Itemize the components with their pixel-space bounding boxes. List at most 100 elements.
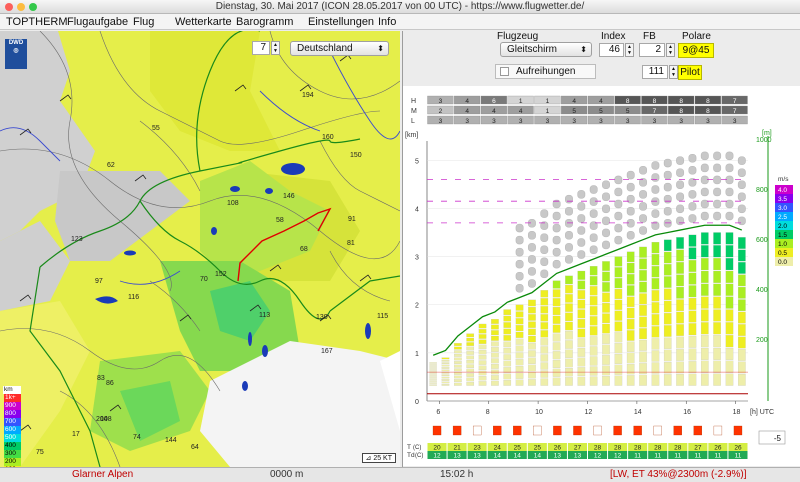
temp-value: 28 [674,445,682,452]
menu-flugaufgabe[interactable]: Flugaufgabe [67,15,128,29]
level-stepper[interactable]: ▲ ▼ [271,41,280,55]
cloud-value: 3 [439,98,443,105]
thermal-cell [429,384,437,386]
thermal-cell [528,314,536,321]
thermal-cell [429,364,437,366]
map-canvas[interactable] [0,31,400,467]
y-tick-right: 600 [756,237,768,244]
cloud-value: 8 [653,98,657,105]
zoom-window-button[interactable] [29,3,37,11]
thermal-cell [700,360,709,373]
thermal-cell [540,354,549,362]
thermal-cell [515,318,524,325]
thermal-cell [454,353,462,357]
thermal-cell [540,314,549,322]
menu-einstellungen[interactable]: Einstellungen [308,15,374,29]
cloud-bubble [676,168,684,177]
thermal-cell [478,334,487,339]
flugzeug-select[interactable]: Gleitschirm ⬍ [500,42,592,57]
region-select[interactable]: Deutschland ⬍ [290,41,389,56]
menu-barogramm[interactable]: Barogramm [236,15,293,29]
thermal-cell [589,366,598,376]
index-field[interactable]: 46 [599,43,624,57]
cloud-value: 3 [733,118,737,125]
thermal-cell [441,381,450,384]
cloud-bubble [737,180,746,189]
weather-map[interactable]: DWD◎ 19319415016055621239111697108146588… [0,31,400,467]
thermal-cell [614,256,623,267]
cloud-bubble [700,163,709,173]
thermal-cell [589,306,598,316]
weather-symbol [553,425,562,436]
cloud-bubble [528,255,536,264]
x-tick: 16 [683,409,691,416]
fb-field[interactable]: 2 [639,43,665,57]
wind-scale-label: ⊿ 25 KT [361,453,396,463]
cloud-bubble [688,166,697,175]
thermal-cell [454,357,462,361]
thermal-cell [491,352,499,358]
cloud-value: 4 [465,108,469,115]
thermal-cell [540,378,549,386]
aufreihungen-box[interactable]: Aufreihungen [495,64,596,79]
aufreihungen-checkbox[interactable] [500,67,509,76]
thermal-cell [441,372,450,374]
thermal-cell [441,379,450,381]
thermal-cell [676,286,684,299]
thermal-cell [528,321,536,328]
cloud-bubble [515,260,524,269]
thermal-cell [651,302,660,314]
menu-topthem[interactable]: TOPTHERM [6,15,68,29]
thermal-cell [688,335,697,348]
thermal-cell [454,375,462,379]
dewpoint-value: 11 [694,453,701,460]
thermal-cell [700,347,709,360]
thermal-cell [540,330,549,338]
menu-info[interactable]: Info [378,15,396,29]
contour-label: 68 [300,246,308,253]
cloud-bubble [700,211,709,221]
thermal-cell [466,373,475,377]
thermal-cell [688,260,697,272]
thermal-cell [577,309,586,319]
cloud-value: 7 [733,98,737,105]
thermal-cell [651,314,660,326]
contour-label: 55 [152,125,160,132]
index-stepper[interactable]: ▲ ▼ [625,43,634,57]
thermal-cell [528,307,536,314]
thermal-cell [651,326,660,338]
thermal-chart[interactable]: H 3 4 6 1 1 4 4 8 8 8 8 7M 2 4 4 4 1 5 5 5 7 8 8 7L 3 3 3 3 3 3 3 3 3 3 3 3[… [403,86,800,466]
weather-symbol [573,425,582,436]
thermal-cell [688,247,697,260]
thermal-cell [577,367,586,377]
window-titlebar: Dienstag, 30. Mai 2017 (ICON 28.05.2017 … [0,0,800,14]
thermal-cell [614,278,623,289]
pilot-button[interactable]: Pilot [678,65,702,80]
thermal-cell [491,363,499,369]
thermal-cell [478,381,487,386]
pilot-field[interactable]: 111 [642,65,668,79]
menu-flug[interactable]: Flug [133,15,154,29]
thermal-cell [478,376,487,381]
wind-scale-text: 25 KT [373,455,392,462]
polare-value[interactable]: 9@45 [678,43,714,58]
pilot-stepper[interactable]: ▲ ▼ [669,65,678,79]
temp-value: 28 [614,445,622,452]
thermal-cell [454,361,462,364]
dewpoint-value: 14 [514,453,522,460]
menu-wetterkarte[interactable]: Wetterkarte [175,15,232,29]
weather-symbol [493,425,502,436]
cloud-value: 5 [572,108,576,115]
cloud-bubble [725,187,734,197]
close-window-button[interactable] [5,3,13,11]
cloud-bubble [626,207,635,216]
thermal-cell [589,316,598,326]
fb-stepper[interactable]: ▲ ▼ [666,43,675,57]
level-field[interactable]: 7 [252,41,270,55]
thermal-cell [454,379,462,383]
minimize-window-button[interactable] [17,3,25,11]
cloud-bubble [552,223,561,233]
thermal-cell [589,286,598,296]
weather-symbol [633,425,642,436]
contour-label: 130 [316,314,328,321]
